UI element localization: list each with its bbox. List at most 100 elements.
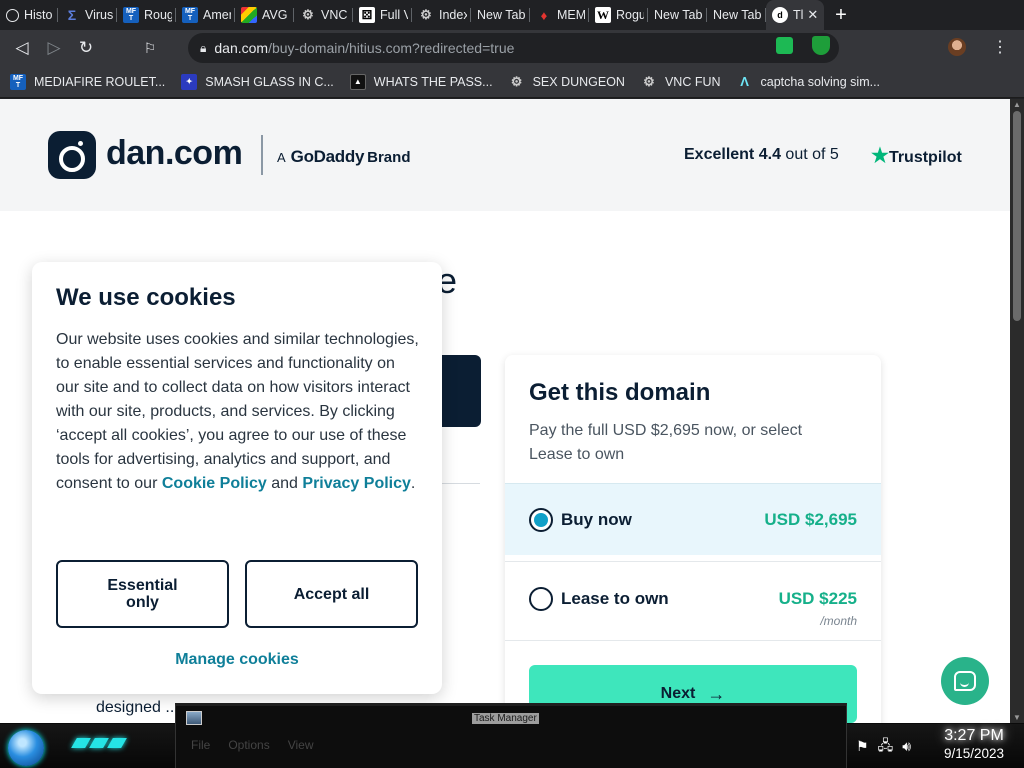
tab-index[interactable]: ⚙ Index bbox=[412, 0, 471, 30]
address-bar[interactable]: 🔒︎ dan.com/buy-domain/hitius.com?redirec… bbox=[188, 33, 839, 63]
option-label: Lease to own bbox=[561, 589, 669, 608]
wikipedia-icon: W bbox=[595, 7, 611, 23]
dan-icon: d bbox=[772, 7, 788, 23]
option-price: USD $2,695 bbox=[764, 510, 857, 529]
taskbar: Task Manager File Options View ⚑ 🖧︎ 🔊︎ 3… bbox=[0, 703, 1024, 768]
window-menu: File Options View bbox=[191, 738, 314, 752]
rating-text: Excellent 4.4 out of 5 bbox=[684, 146, 839, 163]
arrow-right-icon: → bbox=[707, 683, 726, 704]
tab-amer[interactable]: MF T Amer bbox=[176, 0, 235, 30]
trustpilot-logo[interactable]: ★Trustpilot bbox=[871, 143, 962, 168]
radio-lease-to-own[interactable] bbox=[529, 587, 553, 611]
option-lease-to-own[interactable]: Lease to own USD $225 /month bbox=[505, 561, 881, 641]
chat-icon bbox=[954, 671, 976, 691]
site-logo-text[interactable]: dan.com bbox=[106, 134, 243, 173]
cookie-consent-dialog: We use cookies Our website uses cookies … bbox=[32, 262, 442, 694]
cookie-policy-link[interactable]: Cookie Policy bbox=[162, 475, 267, 492]
volume-icon[interactable]: 🔊︎ bbox=[902, 738, 911, 755]
decor-icon bbox=[89, 738, 109, 748]
decor-icon bbox=[71, 738, 91, 748]
new-tab-button[interactable]: + bbox=[830, 4, 852, 27]
scrollbar-thumb[interactable] bbox=[1013, 111, 1021, 321]
reload-button[interactable]: ↻ bbox=[72, 34, 100, 62]
tab-newtab-3[interactable]: New Tab bbox=[707, 0, 766, 30]
forward-button[interactable]: ▷ bbox=[40, 34, 68, 62]
menu-options[interactable]: Options bbox=[228, 738, 269, 752]
mediafire-icon: MF T bbox=[123, 7, 139, 23]
task-manager-icon bbox=[186, 711, 202, 725]
clock-time: 3:27 PM bbox=[944, 727, 1004, 744]
tab-wikipedia[interactable]: W Rogu bbox=[589, 0, 648, 30]
option-unit: /month bbox=[820, 614, 857, 628]
lock-icon: 🔒︎ bbox=[200, 40, 207, 55]
tab-avg[interactable]: AVG bbox=[235, 0, 294, 30]
mediafire-icon: MF T bbox=[10, 73, 26, 90]
dice-icon: ⚄ bbox=[359, 7, 375, 23]
godaddy-brand: A GoDaddy Brand bbox=[277, 147, 411, 166]
bookmark-vnc-fun[interactable]: ⚙ VNC FUN bbox=[641, 73, 720, 90]
url-host: dan.com bbox=[214, 40, 269, 56]
tab-full[interactable]: ⚄ Full V bbox=[353, 0, 412, 30]
system-tray: ⚑ 🖧︎ 🔊︎ bbox=[856, 724, 926, 768]
profile-avatar[interactable] bbox=[948, 38, 966, 56]
tab-virus[interactable]: Σ Virus bbox=[58, 0, 117, 30]
flag-icon[interactable]: ⚑ bbox=[856, 738, 869, 755]
divider bbox=[436, 483, 480, 484]
extension-icon[interactable] bbox=[776, 37, 793, 54]
mediafire-icon: MF T bbox=[182, 7, 198, 23]
bookmark-star-button[interactable]: ⚐ bbox=[136, 34, 164, 62]
chat-launcher-button[interactable] bbox=[941, 657, 989, 705]
url-path: /buy-domain/hitius.com?redirected=true bbox=[268, 40, 515, 56]
dan-logo-icon[interactable] bbox=[48, 131, 96, 179]
window-title: Task Manager bbox=[472, 713, 539, 724]
menu-view[interactable]: View bbox=[288, 738, 314, 752]
tab-history[interactable]: Histo bbox=[0, 0, 58, 30]
web-page: dan.com A GoDaddy Brand Excellent 4.4 out … bbox=[0, 99, 1010, 723]
start-button[interactable] bbox=[8, 730, 44, 766]
network-icon[interactable]: 🖧︎ bbox=[878, 735, 894, 759]
vnc-icon: ⚙ bbox=[302, 7, 314, 22]
cookie-body: Our website uses cookies and similar tec… bbox=[56, 331, 419, 492]
option-buy-now[interactable]: Buy now USD $2,695 bbox=[505, 483, 881, 555]
meme-icon: ♦ bbox=[540, 7, 548, 23]
radio-buy-now[interactable] bbox=[529, 508, 553, 532]
page-scrollbar[interactable]: ▲ ▼ bbox=[1010, 99, 1024, 723]
tab-newtab-1[interactable]: New Tab bbox=[471, 0, 530, 30]
manage-cookies-link[interactable]: Manage cookies bbox=[32, 651, 442, 669]
captcha-icon: Λ bbox=[740, 74, 749, 89]
accept-all-button[interactable]: Accept all bbox=[245, 560, 418, 628]
tab-newtab-2[interactable]: New Tab bbox=[648, 0, 707, 30]
scroll-up-icon[interactable]: ▲ bbox=[1013, 100, 1021, 109]
menu-file[interactable]: File bbox=[191, 738, 210, 752]
privacy-policy-link[interactable]: Privacy Policy bbox=[302, 475, 411, 492]
bookmark-password[interactable]: ▲ WHATS THE PASS... bbox=[349, 73, 493, 90]
tab-vnc[interactable]: ⚙ VNC bbox=[294, 0, 353, 30]
scroll-down-icon[interactable]: ▼ bbox=[1013, 713, 1021, 722]
task-manager-window[interactable]: Task Manager File Options View bbox=[175, 703, 847, 768]
essential-only-button[interactable]: Essential only bbox=[56, 560, 229, 628]
vnc-icon: ⚙ bbox=[420, 7, 432, 22]
password-icon: ▲ bbox=[349, 73, 366, 90]
tab-strip: Histo Σ Virus MF T Roug MF T Amer AVG ⚙ VNC ⚄ F… bbox=[0, 0, 1024, 30]
decor-icon bbox=[107, 738, 127, 748]
tab-active-dan[interactable]: d Tl ✕ bbox=[766, 0, 824, 30]
browser-toolbar: ◁ ▷ ↻ ⚐ 🔒︎ dan.com/buy-domain/hitius.com… bbox=[0, 30, 1024, 66]
bookmark-mediafire[interactable]: MF T MEDIAFIRE ROULET... bbox=[10, 73, 165, 90]
close-icon[interactable]: ✕ bbox=[807, 7, 818, 23]
star-icon: ★ bbox=[871, 145, 889, 167]
tab-meme[interactable]: ♦ MEM bbox=[530, 0, 589, 30]
vnc-icon: ⚙ bbox=[643, 73, 655, 89]
browser-menu-icon[interactable]: ⋮ bbox=[992, 37, 1008, 57]
card-subtitle: Pay the full USD $2,695 now, or select L… bbox=[529, 422, 803, 463]
back-button[interactable]: ◁ bbox=[8, 34, 36, 62]
bookmark-captcha[interactable]: Λcaptcha solving sim... bbox=[737, 74, 880, 90]
shield-extension-icon[interactable] bbox=[812, 36, 830, 55]
tab-rogue[interactable]: MF T Roug bbox=[117, 0, 176, 30]
site-header: dan.com A GoDaddy Brand Excellent 4.4 out … bbox=[0, 99, 1010, 211]
bookmark-dungeon[interactable]: ⚙ SEX DUNGEON bbox=[509, 74, 625, 90]
system-clock[interactable]: 3:27 PM 9/15/2023 bbox=[930, 727, 1018, 761]
bookmark-smash-glass[interactable]: ✦ SMASH GLASS IN C... bbox=[181, 73, 334, 90]
get-domain-card: Get this domain Pay the full USD $2,695 … bbox=[505, 355, 881, 723]
option-price: USD $225 bbox=[778, 589, 857, 608]
option-label: Buy now bbox=[561, 510, 632, 529]
